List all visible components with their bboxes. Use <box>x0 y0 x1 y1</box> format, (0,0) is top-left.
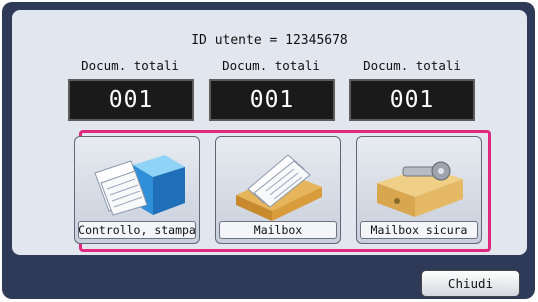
close-button[interactable]: Chiudi <box>421 270 520 297</box>
dialog-frame: ID utente = 12345678 Docum. totali Docum… <box>2 2 535 299</box>
counter-label-3: Docum. totali <box>363 58 461 73</box>
counter-display-2: 001 <box>209 79 335 121</box>
mailbox-label: Mailbox <box>219 221 337 239</box>
secure-mailbox-button[interactable]: Mailbox sicura <box>356 136 482 244</box>
counter-label-2: Docum. totali <box>222 58 320 73</box>
counter-display-1: 001 <box>68 79 194 121</box>
secure-mailbox-label: Mailbox sicura <box>360 221 478 239</box>
counter-label-1: Docum. totali <box>81 58 179 73</box>
counter-display-3: 001 <box>349 79 475 121</box>
check-print-icon <box>94 155 185 216</box>
check-print-label: Controllo, stampa <box>78 221 196 239</box>
content-panel: ID utente = 12345678 Docum. totali Docum… <box>12 10 527 255</box>
user-id-text: ID utente = 12345678 <box>191 33 348 48</box>
secure-mailbox-icon <box>377 161 463 217</box>
mailbox-tray-icon <box>236 154 322 221</box>
mailbox-button[interactable]: Mailbox <box>215 136 341 244</box>
check-print-button[interactable]: Controllo, stampa <box>74 136 200 244</box>
